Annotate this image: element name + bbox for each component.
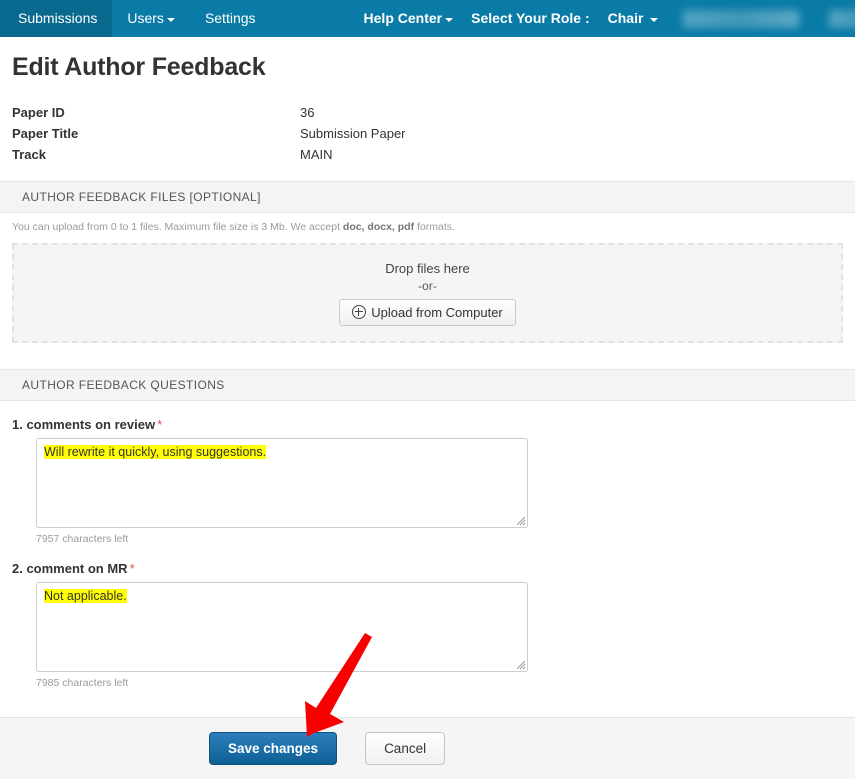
page-title: Edit Author Feedback xyxy=(12,53,266,81)
question-1-text: 1. comments on review xyxy=(12,417,156,432)
nav-item-users-label: Users xyxy=(127,10,164,26)
table-row: Paper Title Submission Paper xyxy=(12,123,843,144)
paper-title-label: Paper Title xyxy=(12,126,79,141)
question-2-answer-input[interactable]: Not applicable. xyxy=(36,582,528,672)
form-footer: Save changes Cancel xyxy=(0,717,855,779)
nav-item-help-center-label: Help Center xyxy=(363,10,443,26)
paper-id-value: 36 xyxy=(300,105,315,120)
upload-hint-prefix: You can upload from 0 to 1 files. Maximu… xyxy=(12,221,343,233)
chevron-down-icon xyxy=(650,18,659,23)
question-2-chars-left: 7985 characters left xyxy=(36,677,129,689)
upload-hint-text: You can upload from 0 to 1 files. Maximu… xyxy=(12,213,843,243)
navbar-left-group: Submissions Users Settings xyxy=(0,0,271,37)
nav-item-chair-label: Chair xyxy=(607,10,644,26)
nav-item-users[interactable]: Users xyxy=(112,0,190,37)
upload-from-computer-label: Upload from Computer xyxy=(371,304,503,320)
question-2-answer-wrap: Not applicable. xyxy=(36,582,528,672)
redacted-logout-link xyxy=(829,9,855,28)
chevron-down-icon xyxy=(166,18,175,23)
required-asterisk-icon: * xyxy=(129,561,135,576)
file-dropzone[interactable]: Drop files here -or- Upload from Compute… xyxy=(12,243,843,343)
author-feedback-files-section-header: AUTHOR FEEDBACK FILES [OPTIONAL] xyxy=(0,181,855,213)
page-content: Edit Author Feedback Paper ID 36 Paper T… xyxy=(0,53,855,689)
paper-info-table: Paper ID 36 Paper Title Submission Paper… xyxy=(12,102,843,165)
question-1-chars-left: 7957 characters left xyxy=(36,533,129,545)
table-row: Track MAIN xyxy=(12,144,843,165)
redacted-user-name xyxy=(683,9,800,28)
nav-item-submissions[interactable]: Submissions xyxy=(0,0,113,37)
drop-or-label: -or- xyxy=(418,278,437,293)
drop-files-here-label: Drop files here xyxy=(385,260,470,276)
author-feedback-questions-section-header: AUTHOR FEEDBACK QUESTIONS xyxy=(0,369,855,401)
question-1-answer-input[interactable]: Will rewrite it quickly, using suggestio… xyxy=(36,438,528,528)
chevron-down-icon xyxy=(445,18,454,23)
navbar-right-group: Help Center Select Your Role : Chair xyxy=(355,0,855,37)
question-1-label: 1. comments on review * xyxy=(12,417,843,432)
question-1-answer-wrap: Will rewrite it quickly, using suggestio… xyxy=(36,438,528,528)
nav-item-help-center[interactable]: Help Center xyxy=(355,0,463,37)
plus-circle-icon xyxy=(352,305,367,319)
save-changes-button[interactable]: Save changes xyxy=(209,732,338,765)
question-1-answer-value: Will rewrite it quickly, using suggestio… xyxy=(44,445,267,459)
question-2-label: 2. comment on MR * xyxy=(12,561,843,576)
author-feedback-files-section-title: AUTHOR FEEDBACK FILES [OPTIONAL] xyxy=(22,190,261,204)
nav-item-chair-role[interactable]: Chair xyxy=(599,0,668,37)
track-label: Track xyxy=(12,147,46,162)
select-your-role-label: Select Your Role : xyxy=(471,10,590,26)
track-value: MAIN xyxy=(300,147,333,162)
top-navbar: Submissions Users Settings Help Center S… xyxy=(0,0,855,37)
upload-hint-formats: doc, docx, pdf xyxy=(342,221,415,233)
question-2-answer-value: Not applicable. xyxy=(44,589,127,603)
paper-id-label: Paper ID xyxy=(12,105,65,120)
upload-hint-suffix: formats. xyxy=(414,221,455,233)
required-asterisk-icon: * xyxy=(157,417,163,432)
upload-from-computer-button[interactable]: Upload from Computer xyxy=(339,298,516,326)
paper-title-value: Submission Paper xyxy=(300,126,406,141)
cancel-button[interactable]: Cancel xyxy=(365,732,446,765)
question-2-text: 2. comment on MR xyxy=(12,561,128,576)
table-row: Paper ID 36 xyxy=(12,102,843,123)
author-feedback-questions-section-title: AUTHOR FEEDBACK QUESTIONS xyxy=(22,378,225,392)
nav-item-settings[interactable]: Settings xyxy=(190,0,271,37)
